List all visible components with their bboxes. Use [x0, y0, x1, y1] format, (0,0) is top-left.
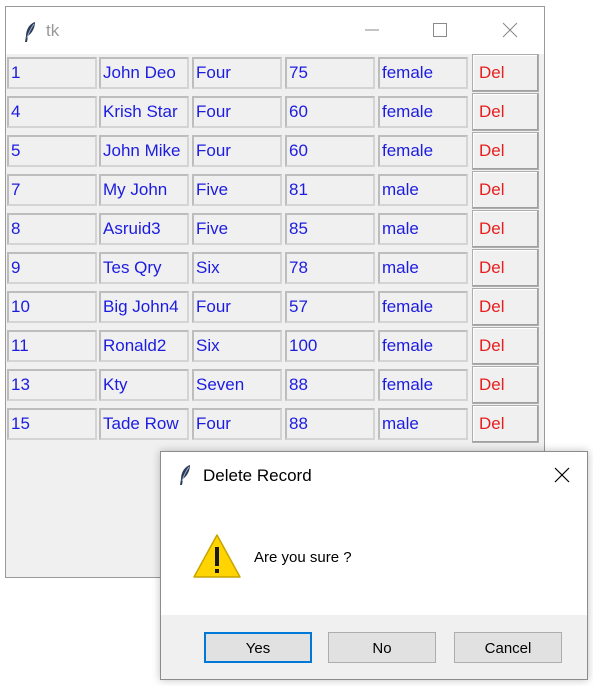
maximize-button[interactable]	[417, 15, 463, 45]
maximize-icon	[433, 23, 447, 37]
no-button[interactable]: No	[328, 632, 436, 663]
dialog-message: Are you sure ?	[254, 549, 352, 566]
close-icon	[554, 467, 570, 483]
dialog-button-bar: Yes No Cancel	[161, 615, 587, 679]
yes-button[interactable]: Yes	[204, 632, 312, 663]
delete-button[interactable]: Del	[472, 54, 539, 92]
cell-name[interactable]: Asruid3	[99, 213, 189, 245]
cell-id[interactable]: 4	[7, 96, 97, 128]
cell-mark[interactable]: 88	[285, 369, 375, 401]
cell-mark[interactable]: 85	[285, 213, 375, 245]
cell-class[interactable]: Five	[192, 213, 282, 245]
cell-class[interactable]: Four	[192, 408, 282, 440]
cell-mark[interactable]: 100	[285, 330, 375, 362]
cell-gender[interactable]: female	[378, 135, 468, 167]
cell-mark[interactable]: 57	[285, 291, 375, 323]
cell-name[interactable]: Ronald2	[99, 330, 189, 362]
cell-mark[interactable]: 78	[285, 252, 375, 284]
delete-button[interactable]: Del	[472, 405, 539, 443]
cell-class[interactable]: Six	[192, 252, 282, 284]
title-bar[interactable]: tk	[6, 7, 544, 54]
cell-mark[interactable]: 81	[285, 174, 375, 206]
cell-mark[interactable]: 75	[285, 57, 375, 89]
cell-id[interactable]: 13	[7, 369, 97, 401]
cell-id[interactable]: 11	[7, 330, 97, 362]
cell-gender[interactable]: female	[378, 369, 468, 401]
dialog-title: Delete Record	[203, 466, 312, 485]
cell-class[interactable]: Five	[192, 174, 282, 206]
warning-icon	[193, 534, 241, 578]
dialog-close-button[interactable]	[541, 458, 583, 492]
cell-name[interactable]: Tes Qry	[99, 252, 189, 284]
cell-gender[interactable]: female	[378, 291, 468, 323]
cell-id[interactable]: 9	[7, 252, 97, 284]
window-title: tk	[46, 21, 60, 40]
cell-name[interactable]: Tade Row	[99, 408, 189, 440]
delete-button[interactable]: Del	[472, 327, 539, 365]
cell-class[interactable]: Four	[192, 57, 282, 89]
delete-button[interactable]: Del	[472, 171, 539, 209]
feather-icon	[180, 465, 190, 485]
delete-button[interactable]: Del	[472, 93, 539, 131]
cell-id[interactable]: 1	[7, 57, 97, 89]
cell-gender[interactable]: female	[378, 96, 468, 128]
delete-button[interactable]: Del	[472, 288, 539, 326]
cell-id[interactable]: 15	[7, 408, 97, 440]
cell-id[interactable]: 5	[7, 135, 97, 167]
cell-name[interactable]: Kty	[99, 369, 189, 401]
close-icon	[502, 22, 518, 38]
cell-gender[interactable]: male	[378, 213, 468, 245]
delete-record-dialog: Delete Record Are you sure ? Yes No Canc…	[160, 451, 588, 680]
cell-gender[interactable]: male	[378, 174, 468, 206]
cancel-button[interactable]: Cancel	[454, 632, 562, 663]
cell-mark[interactable]: 60	[285, 96, 375, 128]
delete-button[interactable]: Del	[472, 249, 539, 287]
minimize-icon	[365, 29, 379, 31]
cell-id[interactable]: 7	[7, 174, 97, 206]
close-button[interactable]	[487, 15, 533, 45]
cell-mark[interactable]: 88	[285, 408, 375, 440]
cell-class[interactable]: Six	[192, 330, 282, 362]
cell-name[interactable]: John Mike	[99, 135, 189, 167]
delete-button[interactable]: Del	[472, 366, 539, 404]
cell-class[interactable]: Four	[192, 135, 282, 167]
cell-name[interactable]: Big John4	[99, 291, 189, 323]
cell-gender[interactable]: male	[378, 408, 468, 440]
cell-id[interactable]: 8	[7, 213, 97, 245]
minimize-button[interactable]	[349, 15, 395, 45]
cell-class[interactable]: Seven	[192, 369, 282, 401]
cell-gender[interactable]: male	[378, 252, 468, 284]
feather-icon	[25, 22, 35, 42]
delete-button[interactable]: Del	[472, 132, 539, 170]
cell-id[interactable]: 10	[7, 291, 97, 323]
cell-name[interactable]: Krish Star	[99, 96, 189, 128]
cell-name[interactable]: My John	[99, 174, 189, 206]
cell-class[interactable]: Four	[192, 291, 282, 323]
cell-class[interactable]: Four	[192, 96, 282, 128]
delete-button[interactable]: Del	[472, 210, 539, 248]
cell-gender[interactable]: female	[378, 57, 468, 89]
cell-gender[interactable]: female	[378, 330, 468, 362]
cell-mark[interactable]: 60	[285, 135, 375, 167]
cell-name[interactable]: John Deo	[99, 57, 189, 89]
